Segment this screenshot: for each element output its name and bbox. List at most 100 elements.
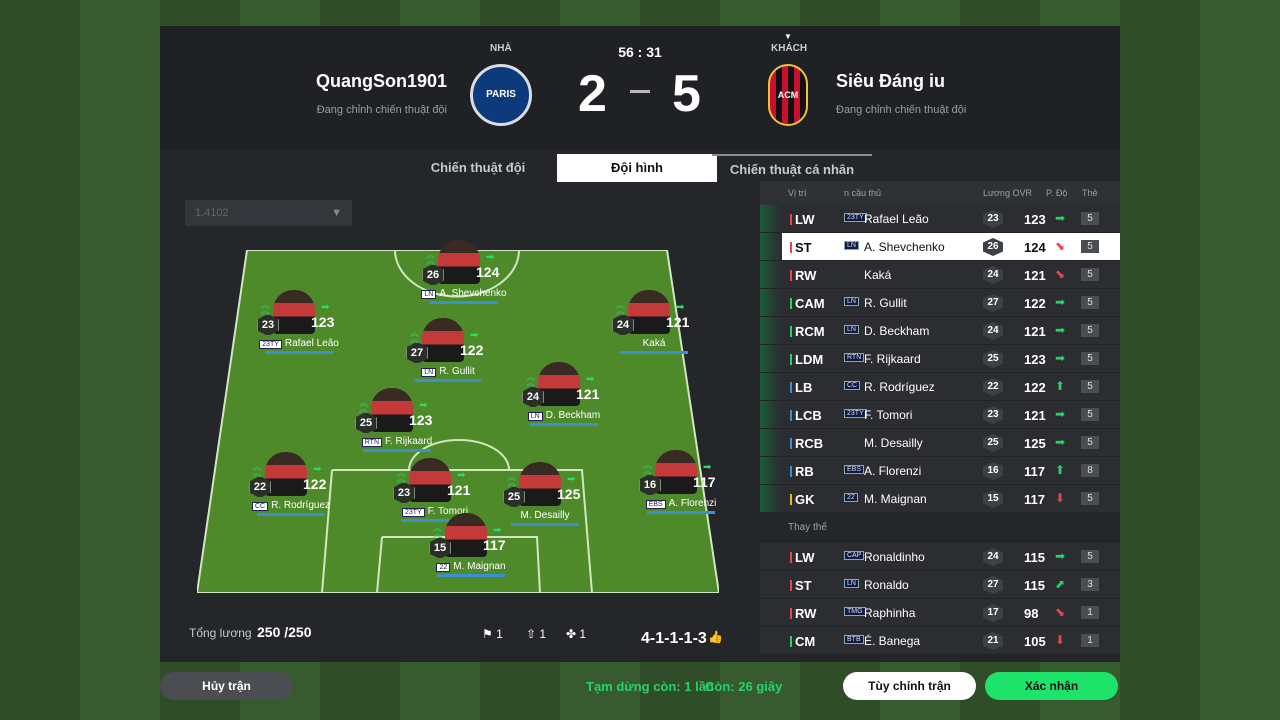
row-position: ST <box>790 240 812 255</box>
list-row[interactable]: LDM RTN F. Rijkaard 25 123 ➡ 5 <box>760 345 1120 373</box>
subs-list: LW CAP Ronaldinho 24 115 ➡ 5 ST LN Ronal… <box>760 543 1120 655</box>
tab-lineup[interactable]: Đội hình <box>557 154 717 182</box>
list-row[interactable]: RW TMG Raphinha 17 98 ⬊ 1 <box>760 599 1120 627</box>
row-accent <box>760 373 782 400</box>
chevrons-up-icon: ︽ ︽ <box>433 523 443 539</box>
list-row[interactable]: RCB M. Desailly 25 125 ➡ 5 <box>760 429 1120 457</box>
pitch-player[interactable]: ︽ ︽ 27 ➡ 122 LN R. Gullit <box>392 318 502 398</box>
list-row[interactable]: CM BTB É. Banega 21 105 ⬇ 1 <box>760 627 1120 655</box>
row-position: RCB <box>790 436 823 451</box>
row-level: 5 <box>1081 436 1099 449</box>
player-ovr: 117 <box>483 537 506 553</box>
arrow-right-icon: ➡ <box>586 374 595 385</box>
dropdown-value: 1.4102 <box>195 207 229 219</box>
row-season-badge: CC <box>844 381 861 390</box>
row-position: CAM <box>790 296 825 311</box>
pause-remaining-label: Tạm dừng còn: 1 lần <box>586 679 714 694</box>
row-season-badge: LN <box>844 297 859 306</box>
row-accent <box>760 317 782 344</box>
pitch-player[interactable]: ︽ ︽ 16 ➡ 117 EBS A. Florenzi <box>625 450 735 530</box>
pitch-player[interactable]: ︽ ︽ 15 ➡ 117 22 M. Maignan <box>415 513 525 593</box>
arrow-right-icon: ➡ <box>321 302 330 313</box>
row-level: 3 <box>1081 578 1099 591</box>
pitch-player[interactable]: ︽ ︽ 22 ➡ 122 CC R. Rodríguez <box>235 452 345 532</box>
list-row[interactable]: LW CAP Ronaldinho 24 115 ➡ 5 <box>760 543 1120 571</box>
list-row[interactable]: LCB 23TY F. Tomori 23 121 ➡ 5 <box>760 401 1120 429</box>
row-ovr: 123 <box>1024 212 1046 227</box>
list-row[interactable]: ST LN Ronaldo 27 115 ⬈ 3 <box>760 571 1120 599</box>
formation-label: 4-1-1-1-3 <box>641 630 707 647</box>
list-row[interactable]: LW 23TY Rafael Leão 23 123 ➡ 5 <box>760 205 1120 233</box>
form-arrow-icon: ➡ <box>1055 435 1066 449</box>
player-name-wrap: 23TY Rafael Leão <box>245 338 353 349</box>
tab-team-tactics[interactable]: Chiến thuật đội <box>398 154 558 182</box>
pitch-player[interactable]: ︽ ︽ 24 ➡ 121 LN D. Beckham <box>508 362 618 442</box>
row-ovr: 105 <box>1024 634 1046 649</box>
total-salary-value: 250 /250 <box>257 624 312 640</box>
list-row[interactable]: RB EBS A. Florenzi 16 117 ⬆ 8 <box>760 457 1120 485</box>
row-position-text: RW <box>795 606 817 621</box>
tab-individual-tactics[interactable]: Chiến thuật cá nhân <box>712 154 872 182</box>
row-player-name: M. Desailly <box>864 436 923 450</box>
player-stamina-bar <box>530 423 598 426</box>
list-row[interactable]: RW Kaká 24 121 ⬊ 5 <box>760 261 1120 289</box>
row-player-name: Ronaldinho <box>864 550 925 564</box>
pitch-player[interactable]: ︽ ︽ 23 ➡ 123 23TY Rafael Leão <box>243 290 353 370</box>
player-ovr: 122 <box>460 342 484 358</box>
list-row[interactable]: RCM LN D. Beckham 24 121 ➡ 5 <box>760 317 1120 345</box>
player-portrait <box>438 240 480 284</box>
player-name: D. Beckham <box>545 410 601 421</box>
row-level: 5 <box>1081 240 1099 253</box>
formation-dropdown[interactable]: 1.4102 ▼ <box>185 200 352 226</box>
row-season-badge: LN <box>844 241 859 250</box>
row-ovr: 125 <box>1024 436 1046 451</box>
chevrons-up-icon: ︽ ︽ <box>643 460 653 476</box>
row-level: 5 <box>1081 296 1099 309</box>
player-name: F. Rijkaard <box>385 436 433 447</box>
row-rank: 25 <box>983 434 1003 452</box>
arrow-up-icon: ⇧ <box>526 627 537 641</box>
row-position: LDM <box>790 352 823 367</box>
arrow-right-icon: ➡ <box>703 462 712 473</box>
player-stamina-bar <box>363 449 431 452</box>
player-name: R. Gullit <box>439 366 475 377</box>
score-divider <box>630 90 650 93</box>
row-player-name: A. Shevchenko <box>864 240 945 254</box>
row-position: RB <box>790 464 814 479</box>
chevrons-up-icon: ︽ ︽ <box>359 398 369 414</box>
form-arrow-icon: ➡ <box>1055 211 1066 225</box>
quit-match-button[interactable]: Hủy trận <box>160 672 293 700</box>
pitch-player[interactable]: ︽ ︽ 25 ➡ 123 RTN F. Rijkaard <box>341 388 451 468</box>
row-player-name: R. Gullit <box>864 296 907 310</box>
row-position-text: CM <box>795 634 816 649</box>
row-season-badge: BTB <box>844 635 864 644</box>
player-name-wrap: LN A. Shevchenko <box>410 288 518 299</box>
pitch-player[interactable]: ︽ ︽ 26 ➡ 124 LN A. Shevchenko <box>408 240 518 320</box>
season-badge: LN <box>421 290 437 299</box>
form-arrow-icon: ⬈ <box>1055 577 1066 591</box>
pitch-player[interactable]: ︽ ︽ 24 ➡ 121 Kaká <box>598 290 708 370</box>
list-row[interactable]: ST LN A. Shevchenko 26 124 ⬊ 5 <box>760 233 1120 261</box>
adjust-match-button[interactable]: Tùy chỉnh trận <box>843 672 976 700</box>
row-rank: 21 <box>983 632 1003 650</box>
list-row[interactable]: LB CC R. Rodríguez 22 122 ⬆ 5 <box>760 373 1120 401</box>
row-position-text: RB <box>795 464 814 479</box>
row-level: 5 <box>1081 352 1099 365</box>
player-name: A. Florenzi <box>668 498 717 509</box>
psg-crest-icon: PARIS <box>470 64 532 126</box>
player-ovr: 122 <box>303 476 327 492</box>
row-ovr: 117 <box>1024 492 1045 507</box>
list-row[interactable]: CAM LN R. Gullit 27 122 ➡ 5 <box>760 289 1120 317</box>
player-portrait <box>628 290 670 334</box>
form-arrow-icon: ⬇ <box>1055 633 1066 647</box>
list-row[interactable]: GK 22 M. Maignan 15 117 ⬇ 5 <box>760 485 1120 513</box>
row-position-text: LCB <box>795 408 822 423</box>
confirm-button[interactable]: Xác nhận <box>985 672 1118 700</box>
player-ovr: 117 <box>693 474 716 490</box>
row-level: 1 <box>1081 634 1099 647</box>
row-accent <box>760 205 782 232</box>
player-stamina-bar <box>620 351 688 354</box>
player-stamina-bar <box>257 513 325 516</box>
form-arrow-icon: ➡ <box>1055 351 1066 365</box>
row-position: RW <box>790 606 816 621</box>
